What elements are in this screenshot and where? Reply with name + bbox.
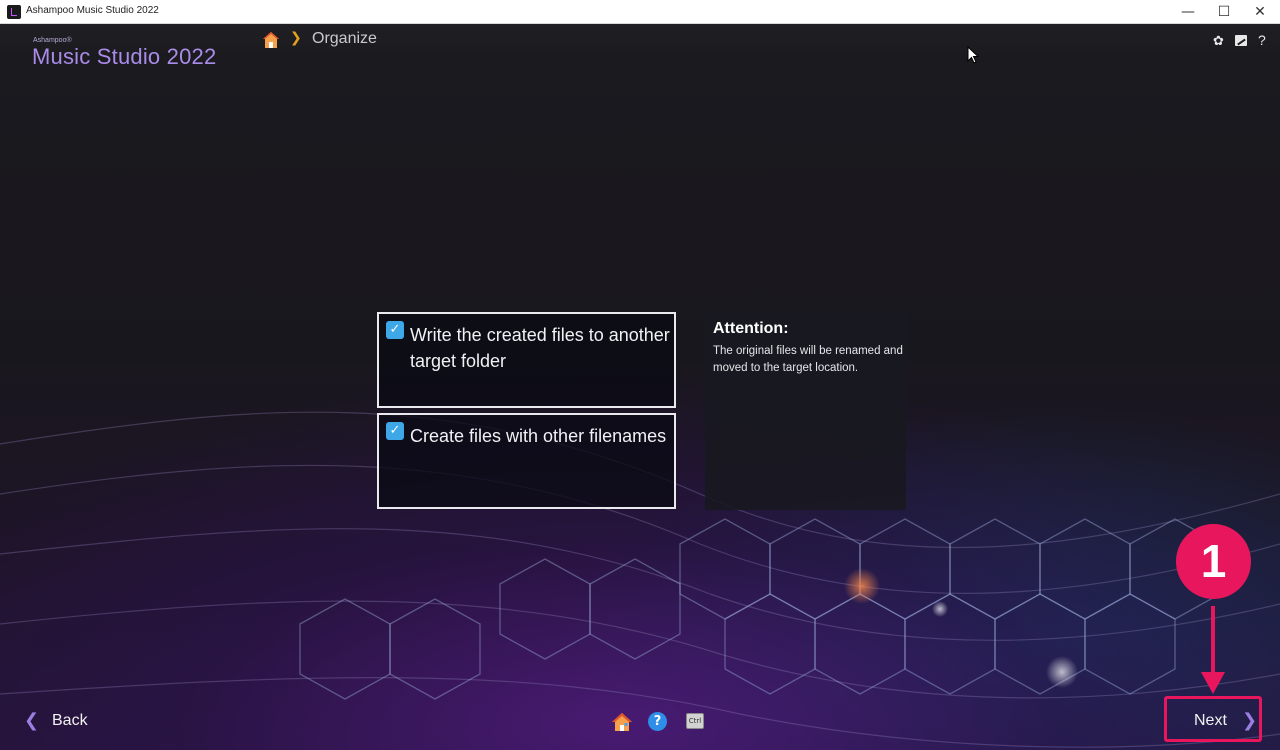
option-card-other-filenames[interactable]: ✓ Create files with other filenames xyxy=(377,413,676,509)
attention-panel: Attention: The original files will be re… xyxy=(705,310,906,510)
help-icon[interactable]: ? xyxy=(1258,32,1266,48)
keyboard-shortcuts-icon[interactable]: Ctrl xyxy=(686,713,704,729)
chevron-left-icon: ❮ xyxy=(24,710,40,731)
back-label: Back xyxy=(52,712,88,729)
mouse-cursor-icon xyxy=(967,46,979,64)
attention-title: Attention: xyxy=(713,320,789,337)
app-icon xyxy=(7,5,21,19)
breadcrumb-current: Organize xyxy=(312,30,377,47)
minimize-button[interactable]: — xyxy=(1170,0,1206,24)
window-titlebar: Ashampoo Music Studio 2022 — ☐ ✕ xyxy=(0,0,1280,24)
home-icon[interactable] xyxy=(262,31,280,49)
option-label-other-filenames: Create files with other filenames xyxy=(410,426,667,446)
maximize-button[interactable]: ☐ xyxy=(1206,0,1242,24)
attention-text: The original files will be renamed and m… xyxy=(713,345,903,374)
checkbox-other-filenames[interactable]: ✓ xyxy=(386,422,404,440)
step-arrow-head xyxy=(1201,672,1225,694)
window-title: Ashampoo Music Studio 2022 xyxy=(26,5,159,16)
app-main-area: Ashampoo® Music Studio 2022 ❯ Organize ✿… xyxy=(0,24,1280,750)
option-card-target-folder[interactable]: ✓ Write the created files to another tar… xyxy=(377,312,676,408)
edit-icon[interactable] xyxy=(1235,35,1247,46)
next-button-highlight xyxy=(1164,696,1262,742)
top-bar: Ashampoo® Music Studio 2022 ❯ Organize ✿… xyxy=(0,24,1280,69)
gear-icon[interactable]: ✿ xyxy=(1213,34,1224,49)
brand-small: Ashampoo® xyxy=(33,37,72,44)
back-button[interactable]: ❮ Back xyxy=(24,710,104,736)
checkbox-target-folder[interactable]: ✓ xyxy=(386,321,404,339)
home-icon[interactable] xyxy=(611,712,633,732)
breadcrumb-separator: ❯ xyxy=(290,30,302,46)
brand-logo: Music Studio 2022 xyxy=(32,44,217,69)
option-label-target-folder: Write the created files to another targe… xyxy=(410,325,670,371)
step-number-badge: 1 xyxy=(1176,524,1251,599)
step-arrow-line xyxy=(1211,606,1215,676)
help-icon[interactable]: ? xyxy=(648,712,667,731)
close-button[interactable]: ✕ xyxy=(1242,0,1278,24)
